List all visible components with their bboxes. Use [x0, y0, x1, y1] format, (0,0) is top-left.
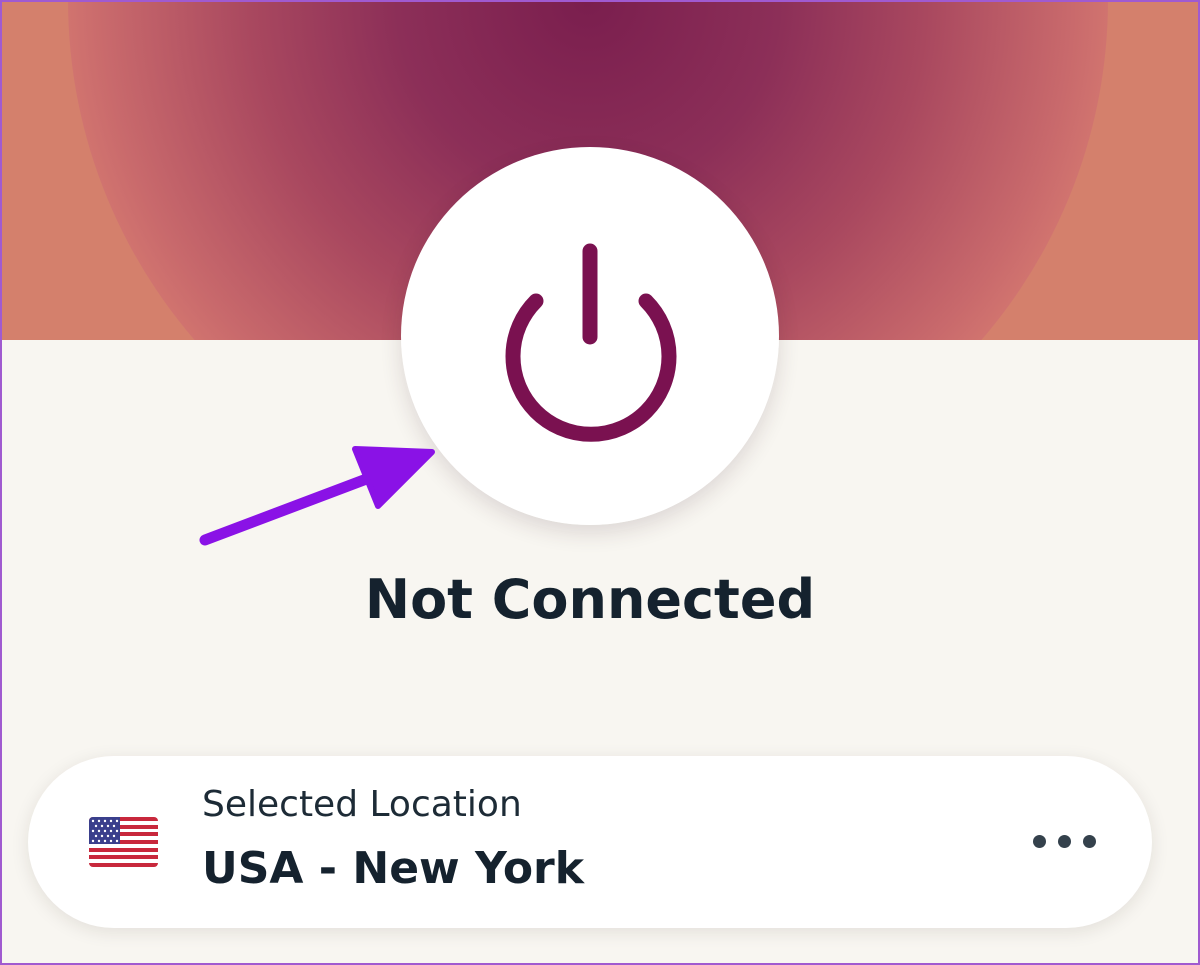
- power-icon: [505, 243, 677, 442]
- connect-power-button[interactable]: [401, 147, 779, 525]
- more-options-icon-dot: [1058, 835, 1071, 848]
- selected-location-label: Selected Location: [202, 784, 522, 825]
- connection-status: Not Connected: [364, 568, 816, 631]
- us-flag-icon: [89, 817, 158, 867]
- more-options-icon: [1033, 835, 1046, 848]
- selected-location-value: USA - New York: [202, 843, 585, 894]
- more-options-icon-dot: [1083, 835, 1096, 848]
- selected-location-card[interactable]: [28, 756, 1152, 928]
- more-options-button[interactable]: [1022, 822, 1106, 862]
